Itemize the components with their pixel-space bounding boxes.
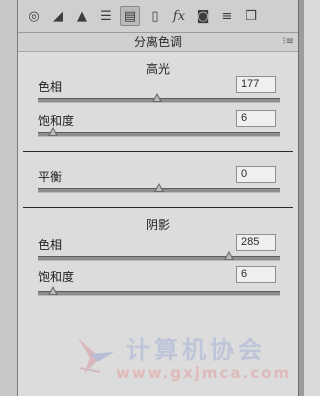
camera-calibration-icon[interactable]: ◙ bbox=[193, 6, 213, 26]
shadows-saturation-slider[interactable] bbox=[38, 286, 280, 296]
balance-thumb[interactable] bbox=[154, 183, 164, 192]
highlights-hue-slider[interactable] bbox=[38, 93, 280, 103]
shadows-hue-thumb[interactable] bbox=[224, 251, 235, 260]
panel-menu-icon[interactable]: ⁝≡ bbox=[282, 33, 294, 51]
highlights-hue-label: 色相 bbox=[38, 80, 63, 94]
highlights-hue-thumb[interactable] bbox=[151, 93, 162, 102]
shadows-hue-input[interactable]: 285 bbox=[236, 234, 276, 251]
highlights-hue-input[interactable]: 177 bbox=[236, 76, 276, 93]
balance-input[interactable]: 0 bbox=[236, 166, 276, 183]
divider bbox=[23, 151, 293, 152]
split-toning-icon[interactable]: ▤ bbox=[120, 6, 140, 26]
hsl-icon[interactable]: ☰ bbox=[96, 6, 116, 26]
panel-title: 分离色调 ⁝≡ bbox=[18, 33, 298, 52]
detail-icon[interactable]: ▲ bbox=[72, 6, 92, 26]
shadows-hue-label: 色相 bbox=[38, 238, 63, 252]
divider bbox=[23, 207, 293, 208]
basic-icon[interactable]: ◎ bbox=[24, 6, 44, 26]
shadows-title: 阴影 bbox=[145, 218, 170, 232]
watermark-url: www.gxjmca.com bbox=[116, 364, 292, 382]
highlights-saturation-input[interactable]: 6 bbox=[236, 110, 276, 127]
lens-corrections-icon[interactable]: ▯ bbox=[145, 6, 165, 26]
watermark-logo bbox=[78, 338, 114, 374]
tone-curve-icon[interactable]: ◢ bbox=[48, 6, 68, 26]
effects-icon[interactable]: fx bbox=[169, 6, 189, 26]
balance-label: 平衡 bbox=[38, 170, 63, 184]
shadows-saturation-input[interactable]: 6 bbox=[236, 266, 276, 283]
shadows-hue-slider[interactable] bbox=[38, 251, 280, 261]
shadows-saturation-label: 饱和度 bbox=[38, 270, 75, 284]
panel-title-text: 分离色调 bbox=[133, 35, 182, 49]
panel-toolbar: ◎ ◢ ▲ ☰ ▤ ▯ fx ◙ ≡ ❐ bbox=[18, 0, 298, 33]
presets-icon[interactable]: ≡ bbox=[217, 6, 237, 26]
shadows-saturation-thumb[interactable] bbox=[47, 286, 58, 295]
snapshots-icon[interactable]: ❐ bbox=[241, 6, 261, 26]
highlights-title: 高光 bbox=[145, 62, 170, 76]
watermark: 计算机协会 www.gxjmca.com bbox=[70, 328, 300, 388]
left-panel-strip bbox=[0, 0, 18, 396]
highlights-saturation-thumb[interactable] bbox=[47, 127, 58, 136]
highlights-saturation-slider[interactable] bbox=[38, 127, 280, 137]
watermark-text: 计算机协会 bbox=[126, 336, 266, 364]
balance-slider[interactable] bbox=[38, 183, 280, 193]
